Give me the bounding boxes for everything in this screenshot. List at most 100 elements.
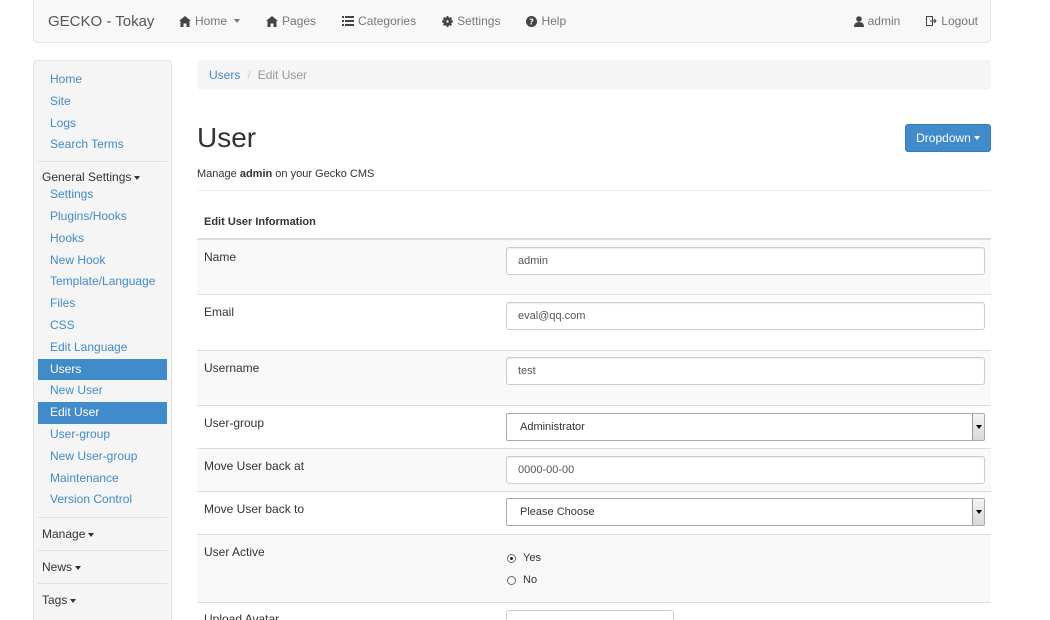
chevron-down-icon <box>134 176 141 181</box>
username-input[interactable]: test <box>506 357 985 385</box>
subtitle-suffix: on your Gecko CMS <box>275 168 375 180</box>
email-input[interactable]: eval@qq.com <box>506 302 985 330</box>
user-icon <box>853 15 864 27</box>
sidebar-item-version-control[interactable]: Version Control <box>34 489 171 511</box>
sidebar-item-user-group[interactable]: User-group <box>34 424 171 446</box>
sidebar-header-tags-label: Tags <box>42 593 68 608</box>
sidebar-item-css[interactable]: CSS <box>34 315 171 337</box>
sidebar-header-news-label: News <box>42 560 73 575</box>
sidebar-item-new-user-group[interactable]: New User-group <box>34 446 171 468</box>
radio-no-label: No <box>523 574 538 586</box>
brand-logo-text[interactable]: GECKO - Tokay <box>34 13 179 30</box>
select-arrow-icon <box>972 499 984 525</box>
sidebar-item-site[interactable]: Site <box>34 91 171 113</box>
subtitle-username: admin <box>239 168 273 180</box>
sidebar-header-tags[interactable]: Tags <box>34 584 171 616</box>
dropdown-button-label: Dropdown <box>916 131 971 145</box>
radio-option-yes[interactable]: Yes <box>507 552 541 564</box>
chevron-down-icon <box>234 19 241 23</box>
nav-categories-label: Categories <box>358 14 417 28</box>
logout-icon <box>926 16 938 26</box>
move-back-to-select[interactable]: Please Choose <box>506 498 985 526</box>
nav-logout-label: Logout <box>941 14 978 28</box>
form-row-name: Name admin <box>197 240 991 295</box>
sidebar-header-manage-label: Manage <box>42 527 86 542</box>
sidebar-item-maintenance[interactable]: Maintenance <box>34 468 171 490</box>
help-icon: ? <box>526 15 538 27</box>
sidebar-item-files[interactable]: Files <box>34 293 171 315</box>
page-title: User <box>197 122 257 153</box>
avatar-upload-input[interactable] <box>506 610 674 620</box>
navbar-right: admin Logout <box>853 14 990 28</box>
radio-yes[interactable] <box>507 553 516 563</box>
move-back-to-label: Move User back to <box>204 502 305 516</box>
form-row-usergroup: User-group Administrator <box>197 406 991 449</box>
usergroup-select[interactable]: Administrator <box>506 413 985 441</box>
header-divider <box>197 190 991 191</box>
sidebar-item-logs[interactable]: Logs <box>34 113 171 135</box>
sidebar-item-plugins-hooks[interactable]: Plugins/Hooks <box>34 206 171 228</box>
nav-pages[interactable]: Pages <box>266 14 316 28</box>
nav-help-label: Help <box>541 14 567 28</box>
move-back-at-input[interactable]: 0000-00-00 <box>506 456 985 484</box>
dropdown-button[interactable]: Dropdown <box>905 124 991 152</box>
sidebar-item-users[interactable]: Users <box>38 358 167 381</box>
username-label: Username <box>204 361 260 375</box>
avatar-label: Upload Avatar <box>204 612 280 620</box>
breadcrumb-separator: / <box>247 68 251 82</box>
nav-settings[interactable]: Settings <box>442 14 500 28</box>
nav-home-label: Home <box>195 14 228 28</box>
list-icon <box>342 16 355 26</box>
form-row-username: Username test <box>197 351 991 406</box>
sidebar: Home Site Logs Search Terms General Sett… <box>33 60 172 620</box>
form-row-move-back-at: Move User back at 0000-00-00 <box>197 449 991 492</box>
home-icon <box>179 15 191 27</box>
sidebar-item-template-language[interactable]: Template/Language <box>34 271 171 293</box>
chevron-down-icon <box>88 532 95 537</box>
radio-option-no[interactable]: No <box>507 574 537 586</box>
nav-settings-label: Settings <box>457 14 501 28</box>
chevron-down-icon <box>75 565 82 570</box>
name-input[interactable]: admin <box>506 247 985 275</box>
sidebar-header-news[interactable]: News <box>34 551 171 583</box>
subtitle-prefix: Manage <box>197 168 237 180</box>
chevron-down-icon <box>70 598 77 603</box>
breadcrumb-users-link[interactable]: Users <box>209 68 240 82</box>
gear-icon <box>442 15 454 27</box>
sidebar-item-new-user[interactable]: New User <box>34 380 171 402</box>
top-navbar: GECKO - Tokay Home Pages Categories Sett… <box>33 0 991 43</box>
form-row-user-active: User Active Yes No <box>197 535 991 603</box>
sidebar-item-edit-user[interactable]: Edit User <box>38 402 167 424</box>
svg-text:?: ? <box>530 16 535 26</box>
form-row-move-back-to: Move User back to Please Choose <box>197 492 991 535</box>
radio-yes-label: Yes <box>523 552 541 564</box>
nav-logout[interactable]: Logout <box>926 14 978 28</box>
page-subtitle: Manage admin on your Gecko CMS <box>197 168 374 180</box>
nav-user[interactable]: admin <box>853 14 901 28</box>
nav-user-label: admin <box>867 14 901 28</box>
usergroup-select-value: Administrator <box>520 421 585 433</box>
name-label: Name <box>204 250 237 264</box>
nav-categories[interactable]: Categories <box>342 14 416 28</box>
usergroup-label: User-group <box>204 416 265 430</box>
sidebar-item-new-hook[interactable]: New Hook <box>34 250 171 272</box>
form-row-email: Email eval@qq.com <box>197 295 991 351</box>
sidebar-header-general-settings-label: General Settings <box>42 170 132 185</box>
sidebar-item-settings[interactable]: Settings <box>34 184 171 206</box>
sidebar-item-home[interactable]: Home <box>34 69 171 91</box>
chevron-down-icon <box>973 136 980 140</box>
move-back-to-select-value: Please Choose <box>520 506 595 518</box>
move-back-at-label: Move User back at <box>204 459 305 473</box>
sidebar-item-hooks[interactable]: Hooks <box>34 228 171 250</box>
breadcrumb-current: Edit User <box>257 68 308 82</box>
pages-icon <box>266 15 279 27</box>
sidebar-header-manage[interactable]: Manage <box>34 518 171 550</box>
breadcrumb: Users / Edit User <box>197 60 991 90</box>
nav-help[interactable]: ? Help <box>526 14 566 28</box>
user-active-label: User Active <box>204 545 265 559</box>
nav-home[interactable]: Home <box>179 14 241 28</box>
sidebar-header-general-settings[interactable]: General Settings <box>34 170 171 184</box>
radio-no[interactable] <box>507 575 516 585</box>
sidebar-item-search-terms[interactable]: Search Terms <box>34 134 171 156</box>
sidebar-item-edit-language[interactable]: Edit Language <box>34 337 171 359</box>
